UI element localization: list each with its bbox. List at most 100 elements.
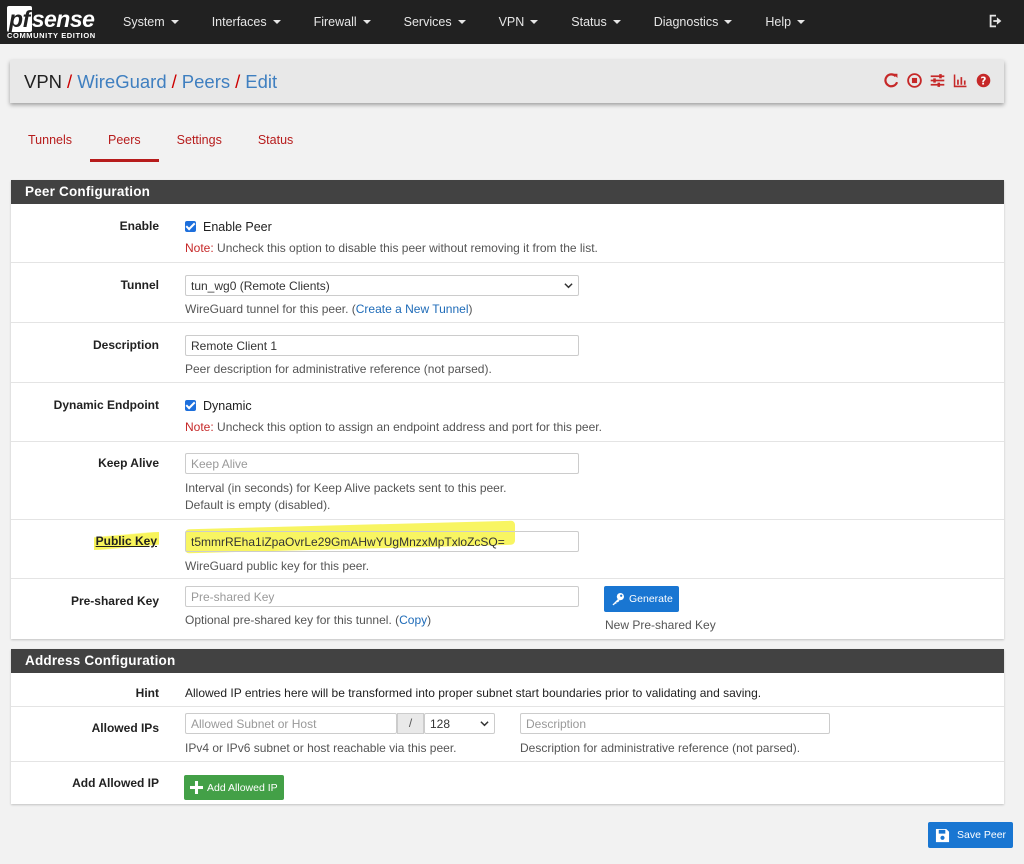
logo-subtitle: COMMUNITY EDITION bbox=[7, 31, 96, 40]
row-preshared-key: Pre-shared Key Optional pre-shared key f… bbox=[11, 579, 1004, 638]
tunnel-select-value: tun_wg0 (Remote Clients) bbox=[191, 278, 330, 293]
tab-peers[interactable]: Peers bbox=[90, 122, 159, 162]
breadcrumb-separator: / bbox=[235, 70, 241, 92]
caret-down-icon bbox=[530, 20, 539, 24]
nav-firewall[interactable]: Firewall bbox=[314, 15, 371, 29]
nav-vpn-label: VPN bbox=[498, 15, 525, 29]
description-input[interactable] bbox=[185, 335, 579, 356]
pfsense-logo[interactable]: pfsense COMMUNITY EDITION bbox=[5, 0, 107, 44]
help-icon[interactable]: ? bbox=[975, 72, 992, 89]
add-allowed-ip-button-label: Add Allowed IP bbox=[207, 781, 278, 794]
nav-services-label: Services bbox=[403, 15, 452, 29]
enable-note: Note: Uncheck this option to disable thi… bbox=[185, 240, 598, 257]
nav-system-label: System bbox=[123, 15, 165, 29]
preshared-help-suffix: ) bbox=[427, 613, 432, 627]
stop-icon[interactable] bbox=[906, 72, 923, 89]
panel-heading-peer-configuration: Peer Configuration bbox=[11, 180, 1004, 204]
keep-alive-help: Interval (in seconds) for Keep Alive pac… bbox=[185, 480, 507, 514]
tab-tunnels[interactable]: Tunnels bbox=[10, 122, 90, 162]
breadcrumb-edit[interactable]: Edit bbox=[245, 71, 277, 93]
enable-peer-checkbox-label[interactable]: Enable Peer bbox=[203, 220, 272, 234]
subnet-mask-select[interactable]: 128 bbox=[424, 713, 495, 734]
nav-interfaces-label: Interfaces bbox=[211, 15, 267, 29]
public-key-field bbox=[185, 520, 1024, 554]
generate-button-label: Generate bbox=[629, 593, 673, 605]
tab-settings[interactable]: Settings bbox=[159, 122, 240, 162]
generate-button[interactable]: Generate bbox=[604, 586, 679, 612]
peer-configuration-panel: Peer Configuration Enable Enable Peer No… bbox=[11, 180, 1004, 639]
main-nav-menu: System Interfaces Firewall Services VPN … bbox=[123, 15, 838, 29]
breadcrumb-wireguard[interactable]: WireGuard bbox=[77, 71, 166, 93]
svg-text:?: ? bbox=[981, 76, 987, 87]
enable-label: Enable bbox=[119, 219, 159, 233]
row-hint: Hint Allowed IP entries here will be tra… bbox=[11, 673, 1004, 707]
keep-alive-help-line2: Default is empty (disabled). bbox=[185, 498, 331, 512]
caret-down-icon bbox=[170, 20, 179, 24]
breadcrumb-separator: / bbox=[67, 70, 73, 92]
nav-diagnostics[interactable]: Diagnostics bbox=[654, 15, 733, 29]
logo-pf-text: pf bbox=[7, 6, 32, 32]
chart-icon[interactable] bbox=[952, 72, 969, 89]
logout-icon[interactable] bbox=[987, 12, 1005, 30]
caret-down-icon bbox=[272, 20, 281, 24]
row-dynamic-endpoint: Dynamic Endpoint Dynamic Note: Uncheck t… bbox=[11, 383, 1004, 442]
nav-system[interactable]: System bbox=[123, 15, 179, 29]
allowed-ips-label: Allowed IPs bbox=[91, 721, 159, 735]
nav-help[interactable]: Help bbox=[765, 15, 806, 29]
enable-peer-checkbox[interactable] bbox=[185, 221, 196, 233]
nav-status[interactable]: Status bbox=[571, 15, 621, 29]
enable-field: Enable Peer bbox=[185, 219, 272, 234]
tab-status[interactable]: Status bbox=[240, 122, 311, 162]
restart-icon[interactable] bbox=[883, 72, 900, 89]
preshared-help-prefix: Optional pre-shared key for this tunnel.… bbox=[185, 613, 400, 627]
nav-interfaces[interactable]: Interfaces bbox=[212, 15, 281, 29]
dynamic-endpoint-note-text: Uncheck this option to assign an endpoin… bbox=[213, 420, 602, 434]
chevron-down-icon bbox=[480, 721, 489, 727]
row-public-key: Public Key WireGuard public key for this… bbox=[11, 520, 1004, 579]
dynamic-endpoint-checkbox-label[interactable]: Dynamic bbox=[203, 399, 252, 413]
panel-heading-address-configuration: Address Configuration bbox=[11, 649, 1004, 673]
nav-vpn[interactable]: VPN bbox=[499, 15, 539, 29]
dynamic-endpoint-checkbox[interactable] bbox=[185, 400, 196, 412]
enable-note-text: Uncheck this option to disable this peer… bbox=[213, 241, 598, 255]
breadcrumb: VPN / WireGuard / Peers / Edit ? bbox=[10, 60, 1004, 103]
tunnel-select[interactable]: tun_wg0 (Remote Clients) bbox=[185, 275, 579, 296]
tunnel-help-suffix: ) bbox=[468, 302, 473, 316]
allowed-subnet-input[interactable] bbox=[185, 713, 397, 734]
nav-help-label: Help bbox=[765, 15, 792, 29]
public-key-label: Public Key bbox=[93, 532, 159, 550]
tab-bar: Tunnels Peers Settings Status bbox=[10, 122, 1004, 162]
plus-icon bbox=[190, 781, 203, 794]
create-new-tunnel-link[interactable]: Create a New Tunnel bbox=[356, 302, 469, 316]
caret-down-icon bbox=[797, 20, 806, 24]
keep-alive-help-line1: Interval (in seconds) for Keep Alive pac… bbox=[185, 481, 507, 495]
add-allowed-ip-button[interactable]: Add Allowed IP bbox=[184, 775, 284, 800]
breadcrumb-separator: / bbox=[171, 70, 177, 92]
key-icon bbox=[612, 593, 624, 606]
tunnel-help: WireGuard tunnel for this peer. (Create … bbox=[185, 301, 472, 318]
preshared-key-label: Pre-shared Key bbox=[70, 594, 159, 608]
row-enable: Enable Enable Peer Note: Uncheck this op… bbox=[11, 204, 1004, 263]
keep-alive-input[interactable] bbox=[185, 453, 579, 474]
caret-down-icon bbox=[724, 20, 733, 24]
description-label: Description bbox=[92, 338, 159, 352]
breadcrumb-peers[interactable]: Peers bbox=[182, 71, 230, 93]
note-prefix: Note: bbox=[185, 420, 214, 434]
public-key-help: WireGuard public key for this peer. bbox=[185, 559, 370, 573]
public-key-input[interactable] bbox=[185, 531, 579, 552]
save-icon bbox=[935, 828, 950, 842]
nav-services[interactable]: Services bbox=[404, 15, 466, 29]
allowed-ip-description-input[interactable] bbox=[520, 713, 830, 734]
sliders-icon[interactable] bbox=[929, 72, 946, 89]
save-peer-button[interactable]: Save Peer bbox=[928, 822, 1014, 848]
caret-down-icon bbox=[612, 20, 621, 24]
copy-link[interactable]: Copy bbox=[399, 613, 427, 627]
row-tunnel: Tunnel tun_wg0 (Remote Clients) WireGuar… bbox=[11, 263, 1004, 323]
tunnel-label: Tunnel bbox=[120, 278, 159, 292]
preshared-key-input[interactable] bbox=[185, 586, 579, 607]
address-configuration-panel: Address Configuration Hint Allowed IP en… bbox=[11, 649, 1004, 804]
allowed-subnet-help: IPv4 or IPv6 subnet or host reachable vi… bbox=[185, 741, 457, 755]
chevron-down-icon bbox=[564, 283, 573, 289]
subnet-mask-value: 128 bbox=[430, 716, 451, 731]
dynamic-endpoint-label: Dynamic Endpoint bbox=[53, 398, 159, 412]
